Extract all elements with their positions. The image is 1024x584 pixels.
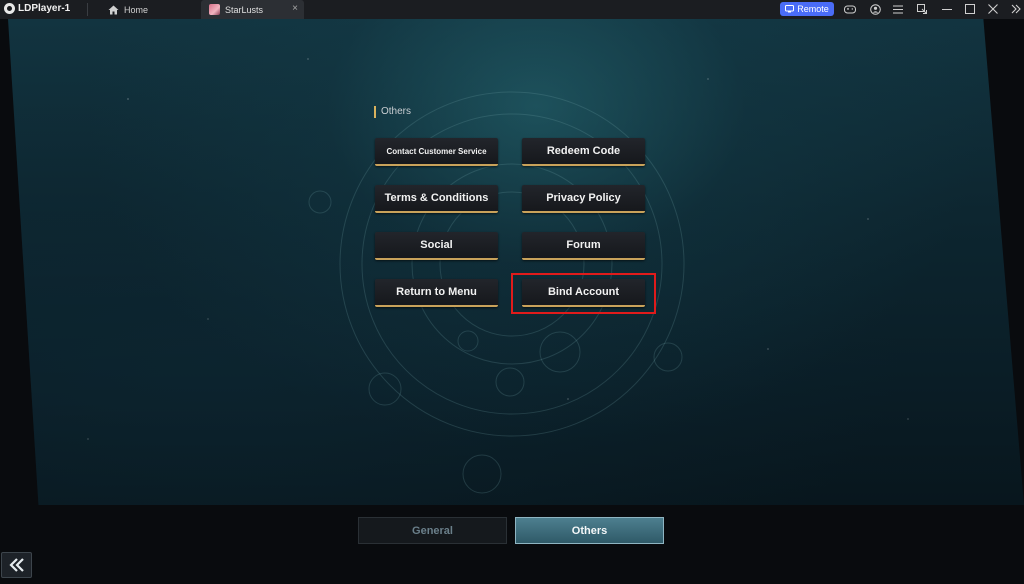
game-viewport: Others Contact Customer Service Redeem C… bbox=[0, 19, 1024, 584]
tab-home[interactable]: Home bbox=[108, 0, 148, 19]
tab-home-label: Home bbox=[124, 4, 149, 15]
home-icon bbox=[108, 5, 119, 14]
emulator-titlebar: LDPlayer-1 Home StarLusts × Remote bbox=[0, 0, 1024, 19]
redeem-code-button[interactable]: Redeem Code bbox=[522, 138, 645, 166]
tab-starlusts[interactable]: StarLusts × bbox=[201, 0, 304, 19]
social-button[interactable]: Social bbox=[375, 232, 498, 260]
game-thumbnail-icon bbox=[209, 4, 220, 15]
tab-general[interactable]: General bbox=[358, 517, 507, 544]
bind-account-highlight-box bbox=[511, 273, 656, 314]
app-title: LDPlayer-1 bbox=[18, 3, 71, 14]
forum-button[interactable]: Forum bbox=[522, 232, 645, 260]
ldplayer-logo-icon bbox=[4, 3, 15, 14]
account-icon[interactable] bbox=[868, 2, 882, 16]
tab-game-label: StarLusts bbox=[225, 4, 264, 15]
return-to-menu-button[interactable]: Return to Menu bbox=[375, 279, 498, 307]
minimize-icon[interactable] bbox=[940, 2, 954, 16]
privacy-policy-button[interactable]: Privacy Policy bbox=[522, 185, 645, 213]
tab-others[interactable]: Others bbox=[515, 517, 664, 544]
menu-icon[interactable] bbox=[891, 2, 905, 16]
back-button[interactable] bbox=[1, 552, 32, 578]
remote-label: Remote bbox=[797, 4, 829, 14]
double-chevron-left-icon bbox=[8, 558, 24, 572]
contact-customer-service-button[interactable]: Contact Customer Service bbox=[375, 138, 498, 166]
section-title-others: Others bbox=[374, 106, 411, 118]
maximize-icon[interactable] bbox=[963, 2, 977, 16]
restore-icon[interactable] bbox=[915, 2, 929, 16]
tab-close-icon[interactable]: × bbox=[292, 3, 298, 14]
decorative-rings bbox=[308, 91, 685, 494]
terms-conditions-button[interactable]: Terms & Conditions bbox=[375, 185, 498, 213]
close-icon[interactable] bbox=[986, 2, 1000, 16]
remote-button[interactable]: Remote bbox=[780, 2, 834, 16]
gamepad-icon[interactable] bbox=[843, 2, 857, 16]
remote-icon bbox=[785, 5, 795, 13]
titlebar-divider bbox=[87, 3, 88, 16]
collapse-icon[interactable] bbox=[1009, 2, 1023, 16]
